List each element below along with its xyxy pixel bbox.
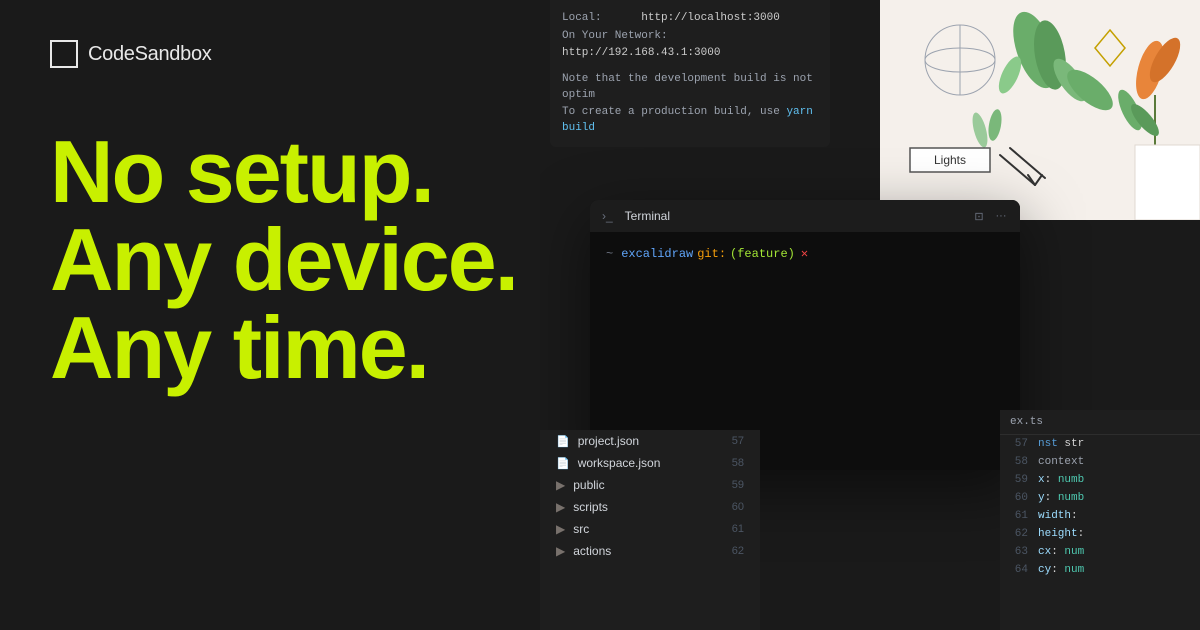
line-60: 60 — [1008, 492, 1028, 504]
note-text: Note that the development build is not o… — [562, 71, 818, 137]
server-output-panel: Local: http://localhost:3000 On Your Net… — [550, 0, 830, 147]
folder-name-actions: actions — [573, 544, 611, 558]
file-item-src: ▶ src 61 — [540, 518, 760, 540]
logo-text: CodeSandbox — [88, 43, 211, 66]
line-num-60: 60 — [732, 501, 744, 513]
hero-section: CodeSandbox No setup. Any device. Any ti… — [0, 0, 580, 630]
code-content-59: x: numb — [1038, 474, 1084, 486]
code-line-57: 57 nst str — [1000, 435, 1200, 453]
local-url: http://localhost:3000 — [641, 12, 780, 24]
line-57: 57 — [1008, 438, 1028, 450]
code-content-60: y: numb — [1038, 492, 1084, 504]
line-num-57: 57 — [732, 435, 744, 447]
note-line1: Note that the development build is not o… — [562, 71, 818, 104]
terminal-more-button[interactable]: ··· — [994, 209, 1008, 223]
network-label: On Your Network: — [562, 30, 668, 42]
code-filename: ex.ts — [1000, 410, 1200, 435]
folder-icon-public: ▶ — [556, 478, 565, 492]
file-item-public: ▶ public 59 — [540, 474, 760, 496]
line-59: 59 — [1008, 474, 1028, 486]
prompt-branch: (feature) — [730, 247, 795, 261]
line-num-59: 59 — [732, 479, 744, 491]
code-line-58: 58 context — [1000, 453, 1200, 471]
terminal-prompt-line: ~ excalidraw git: (feature) ✕ — [606, 246, 1004, 261]
terminal-maximize-button[interactable]: ⊡ — [972, 209, 986, 223]
code-content-62: height: — [1038, 528, 1084, 540]
hero-line3: Any time. — [50, 304, 530, 392]
botanical-illustration: Lights — [880, 0, 1200, 220]
code-line-64: 64 cy: num — [1000, 561, 1200, 579]
prompt-directory: excalidraw — [621, 247, 693, 261]
code-content-58: context — [1038, 456, 1084, 468]
line-64: 64 — [1008, 564, 1028, 576]
terminal-body: ~ excalidraw git: (feature) ✕ — [590, 232, 1020, 275]
file-item-actions: ▶ actions 62 — [540, 540, 760, 562]
code-line-61: 61 width: — [1000, 507, 1200, 525]
code-line-63: 63 cx: num — [1000, 543, 1200, 561]
code-line-59: 59 x: numb — [1000, 471, 1200, 489]
line-62: 62 — [1008, 528, 1028, 540]
code-line-62: 62 height: — [1000, 525, 1200, 543]
terminal-title: Terminal — [625, 209, 670, 223]
prompt-git-label: git: — [697, 247, 726, 261]
file-name-project-json: project.json — [578, 434, 639, 448]
terminal-header-actions: ⊡ ··· — [972, 209, 1008, 223]
server-text: Local: http://localhost:3000 On Your Net… — [562, 10, 818, 137]
svg-text:Lights: Lights — [934, 153, 966, 167]
logo-box-icon — [50, 40, 78, 68]
hero-headline: No setup. Any device. Any time. — [50, 128, 530, 392]
file-explorer: 📄 project.json 57 📄 workspace.json 58 ▶ … — [540, 430, 760, 630]
hero-line2: Any device. — [50, 216, 530, 304]
folder-icon-scripts: ▶ — [556, 500, 565, 514]
code-content-64: cy: num — [1038, 564, 1084, 576]
file-item-scripts: ▶ scripts 60 — [540, 496, 760, 518]
panels-area: Local: http://localhost:3000 On Your Net… — [540, 0, 1200, 630]
folder-icon-actions: ▶ — [556, 544, 565, 558]
folder-name-scripts: scripts — [573, 500, 608, 514]
line-num-58: 58 — [732, 457, 744, 469]
prompt-tilde: ~ — [606, 247, 613, 261]
file-item-workspace-json: 📄 workspace.json 58 — [540, 452, 760, 474]
folder-name-public: public — [573, 478, 604, 492]
terminal-prompt-icon: ›_ — [602, 209, 613, 223]
local-label: Local: — [562, 12, 602, 24]
code-content-57: nst str — [1038, 438, 1084, 450]
folder-icon-src: ▶ — [556, 522, 565, 536]
note-line2: To create a production build, use yarn b… — [562, 104, 818, 137]
prompt-x: ✕ — [801, 246, 808, 261]
code-panel: ex.ts 57 nst str 58 context 59 x: numb 6… — [1000, 410, 1200, 630]
line-61: 61 — [1008, 510, 1028, 522]
line-num-62: 62 — [732, 545, 744, 557]
folder-name-src: src — [573, 522, 589, 536]
file-name-workspace-json: workspace.json — [578, 456, 661, 470]
terminal-header: ›_ Terminal ⊡ ··· — [590, 200, 1020, 232]
network-url: http://192.168.43.1:3000 — [562, 47, 720, 59]
bottom-panels: 📄 project.json 57 📄 workspace.json 58 ▶ … — [540, 430, 1200, 630]
line-num-61: 61 — [732, 523, 744, 535]
code-content-61: width: — [1038, 510, 1078, 522]
code-line-60: 60 y: numb — [1000, 489, 1200, 507]
line-58: 58 — [1008, 456, 1028, 468]
hero-line1: No setup. — [50, 128, 530, 216]
logo-area: CodeSandbox — [50, 40, 530, 68]
file-icon-workspace: 📄 — [556, 457, 570, 470]
design-panel: → — [880, 0, 1200, 220]
file-item-project-json: 📄 project.json 57 — [540, 430, 760, 452]
line-63: 63 — [1008, 546, 1028, 558]
file-icon-project: 📄 — [556, 435, 570, 448]
code-content-63: cx: num — [1038, 546, 1084, 558]
